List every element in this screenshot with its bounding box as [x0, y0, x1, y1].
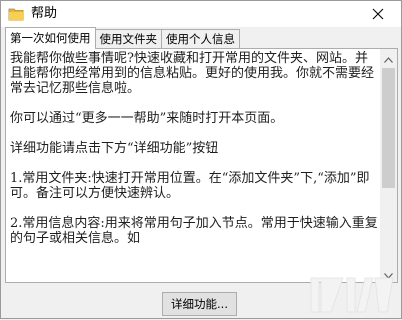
- close-icon: [372, 5, 384, 24]
- close-button[interactable]: [355, 1, 401, 27]
- help-window: 帮助 第一次如何使用 使用文件夹 使用个人信息 我能帮你做些事情呢?快速收藏和打…: [0, 0, 402, 319]
- tab-personal-info[interactable]: 使用个人信息: [161, 29, 240, 49]
- paragraph-reopen: 你可以通过“更多一一帮助”来随时打开本页面。: [10, 111, 284, 126]
- scrollbar-thumb[interactable]: [382, 68, 395, 188]
- tab-use-folders[interactable]: 使用文件夹: [94, 29, 162, 49]
- tab-first-use[interactable]: 第一次如何使用: [5, 27, 96, 49]
- paragraph-details-hint: 详细功能请点击下方“详细功能”按钮: [10, 141, 219, 156]
- title-bar[interactable]: 帮助: [1, 1, 401, 27]
- paragraph-intro: 我能帮你做些事情呢?快速收藏和打开常用的文件夹、网站。并且能帮你把经常用到的信息…: [10, 51, 375, 96]
- scroll-up-button[interactable]: [380, 49, 397, 66]
- vertical-scrollbar[interactable]: [380, 49, 397, 282]
- paragraph-folders: 1.常用文件夹:快速打开常用位置。在“添加文件夹”下,“添加”即可。备注可以方便…: [10, 171, 370, 201]
- paragraph-info: 2.常用信息内容:用来将常用句子加入节点。常用于快速输入重复的句子或相关信息。如: [10, 216, 378, 246]
- chevron-up-icon: [384, 49, 393, 67]
- help-text: 我能帮你做些事情呢?快速收藏和打开常用的文件夹、网站。并且能帮你把经常用到的信息…: [10, 51, 378, 282]
- details-button[interactable]: 详细功能...: [162, 292, 237, 316]
- tab-strip: 第一次如何使用 使用文件夹 使用个人信息: [5, 27, 240, 49]
- window-title: 帮助: [31, 6, 58, 21]
- folder-icon: [8, 6, 24, 22]
- watermark-logo: [309, 272, 395, 316]
- tab-panel: 我能帮你做些事情呢?快速收藏和打开常用的文件夹、网站。并且能帮你把经常用到的信息…: [5, 48, 398, 283]
